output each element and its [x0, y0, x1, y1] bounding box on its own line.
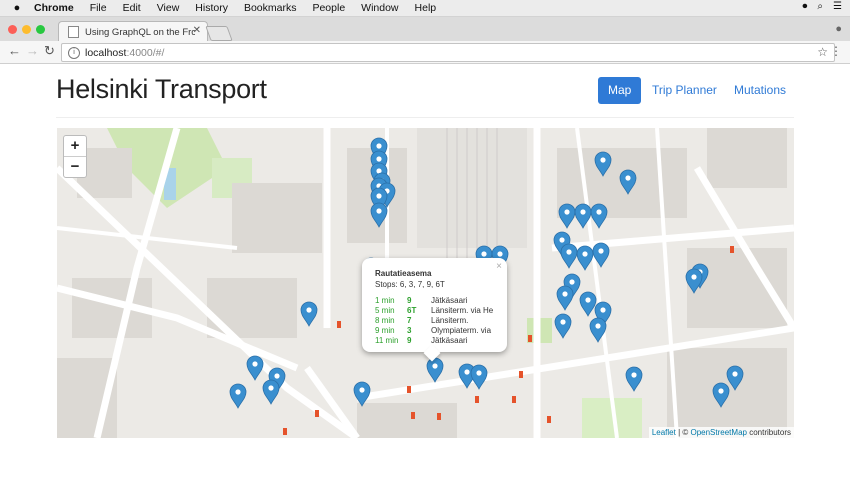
stop-marker-icon[interactable] — [300, 301, 318, 327]
page-favicon-icon — [68, 26, 79, 38]
stop-marker-icon[interactable] — [712, 382, 730, 408]
menu-edit[interactable]: Edit — [115, 2, 149, 14]
forward-arrow-icon[interactable]: → — [26, 43, 39, 58]
stop-marker-icon[interactable] — [470, 364, 488, 390]
stop-marker-icon[interactable] — [229, 383, 247, 409]
stop-marker-icon[interactable] — [594, 151, 612, 177]
new-tab-button[interactable] — [205, 26, 233, 41]
popup-stops-line: Stops: 6, 3, 7, 9, 6T — [375, 280, 445, 289]
url-path: :4000/#/ — [126, 46, 165, 59]
stop-popup: × Rautatieasema Stops: 6, 3, 7, 9, 6T 1 … — [362, 258, 507, 362]
browser-tabstrip: Using GraphQL on the Front-E ✕ ● — [0, 17, 850, 42]
stop-marker-icon[interactable] — [560, 243, 578, 269]
menu-window[interactable]: Window — [353, 2, 406, 14]
address-bar[interactable]: i localhost:4000/#/ ☆ — [61, 43, 835, 62]
departure-time: 1 min — [375, 296, 395, 305]
departure-destination: Länsiterm. — [431, 316, 469, 325]
stop-marker-icon[interactable] — [592, 242, 610, 268]
notification-center-icon[interactable]: ☰ — [833, 1, 842, 12]
back-arrow-icon[interactable]: ← — [8, 43, 21, 58]
zoom-out-button[interactable]: − — [64, 156, 86, 177]
os-menubar: ● Chrome File Edit View History Bookmark… — [0, 0, 850, 17]
url-host: localhost — [85, 46, 127, 59]
site-info-icon[interactable]: i — [68, 46, 80, 59]
stop-marker-icon[interactable] — [353, 381, 371, 407]
departure-row: 9 min 3 Olympiaterm. via — [375, 326, 500, 336]
stop-marker-icon[interactable] — [685, 268, 703, 294]
stop-marker-icon[interactable] — [574, 203, 592, 229]
stop-marker-icon[interactable] — [576, 245, 594, 271]
departure-line: 9 — [407, 336, 412, 345]
departure-line: 3 — [407, 326, 412, 335]
menu-view[interactable]: View — [149, 2, 188, 14]
stop-marker-icon[interactable] — [370, 202, 388, 228]
apple-icon[interactable]: ● — [0, 2, 28, 14]
zoom-control: + − — [63, 135, 87, 178]
stop-marker-icon[interactable] — [246, 355, 264, 381]
stop-marker-icon[interactable] — [589, 317, 607, 343]
nav-map[interactable]: Map — [598, 77, 642, 104]
departure-line: 6T — [407, 306, 417, 315]
stop-marker-icon[interactable] — [579, 291, 597, 317]
stop-marker-icon[interactable] — [556, 285, 574, 311]
departure-destination: Jätkäsaari — [431, 296, 468, 305]
stop-marker-icon[interactable] — [558, 203, 576, 229]
reload-icon[interactable]: ↻ — [44, 43, 55, 59]
popup-close-button[interactable]: × — [496, 261, 502, 272]
menu-people[interactable]: People — [304, 2, 353, 14]
popup-stop-name: Rautatieasema — [375, 269, 432, 278]
app-title: Helsinki Transport — [56, 74, 267, 104]
nav-trip-planner[interactable]: Trip Planner — [642, 77, 727, 104]
stop-marker-icon[interactable] — [625, 366, 643, 392]
departure-row: 5 min 6T Länsiterm. via He — [375, 306, 500, 316]
bookmark-star-icon[interactable]: ☆ — [817, 45, 828, 59]
nav-mutations[interactable]: Mutations — [724, 77, 796, 104]
tab-title: Using GraphQL on the Front-E — [85, 26, 195, 38]
osm-link[interactable]: OpenStreetMap — [690, 428, 746, 437]
menu-help[interactable]: Help — [407, 2, 445, 14]
departure-destination: Länsiterm. via He — [431, 306, 493, 315]
departure-time: 8 min — [375, 316, 395, 325]
window-minimize-button[interactable] — [22, 25, 31, 34]
menu-bookmarks[interactable]: Bookmarks — [236, 2, 305, 14]
stop-marker-icon[interactable] — [590, 203, 608, 229]
screen-record-icon[interactable]: ⏺ — [802, 1, 807, 12]
stop-marker-icon[interactable] — [426, 357, 444, 383]
departure-row: 8 min 7 Länsiterm. — [375, 316, 500, 326]
menu-file[interactable]: File — [82, 2, 115, 14]
window-zoom-button[interactable] — [36, 25, 45, 34]
departure-time: 5 min — [375, 306, 395, 315]
stop-marker-icon[interactable] — [554, 313, 572, 339]
zoom-in-button[interactable]: + — [64, 136, 86, 156]
attribution-suffix: contributors — [746, 428, 791, 437]
profile-avatar-icon[interactable]: ● — [835, 23, 842, 35]
browser-menu-icon[interactable]: ⋮ — [830, 44, 842, 58]
stop-marker-icon[interactable] — [726, 365, 744, 391]
map-attribution: Leaflet | © OpenStreetMap contributors — [648, 427, 794, 438]
departure-row: 11 min 9 Jätkäsaari — [375, 336, 500, 346]
map-view[interactable]: + − × Rautatieasema Stops: 6, 3, 7, 9, 6… — [57, 128, 794, 438]
departure-line: 9 — [407, 296, 412, 305]
header-divider — [56, 117, 794, 118]
browser-toolbar: ← → ↻ i localhost:4000/#/ ☆ ⋮ — [0, 41, 850, 64]
departure-time: 11 min — [375, 336, 399, 345]
departure-line: 7 — [407, 316, 412, 325]
spotlight-search-icon[interactable]: ⌕ — [817, 1, 823, 12]
departure-destination: Jätkäsaari — [431, 336, 468, 345]
departure-row: 1 min 9 Jätkäsaari — [375, 296, 500, 306]
attribution-separator: | © — [675, 428, 691, 437]
stop-marker-icon[interactable] — [262, 379, 280, 405]
leaflet-link[interactable]: Leaflet — [652, 428, 676, 437]
window-close-button[interactable] — [8, 25, 17, 34]
browser-tab-active[interactable]: Using GraphQL on the Front-E ✕ — [58, 21, 208, 42]
stop-marker-icon[interactable] — [619, 169, 637, 195]
tab-close-icon[interactable]: ✕ — [193, 25, 201, 36]
menu-history[interactable]: History — [187, 2, 236, 14]
menu-app-chrome[interactable]: Chrome — [28, 2, 82, 14]
departure-time: 9 min — [375, 326, 395, 335]
departure-destination: Olympiaterm. via — [431, 326, 492, 335]
